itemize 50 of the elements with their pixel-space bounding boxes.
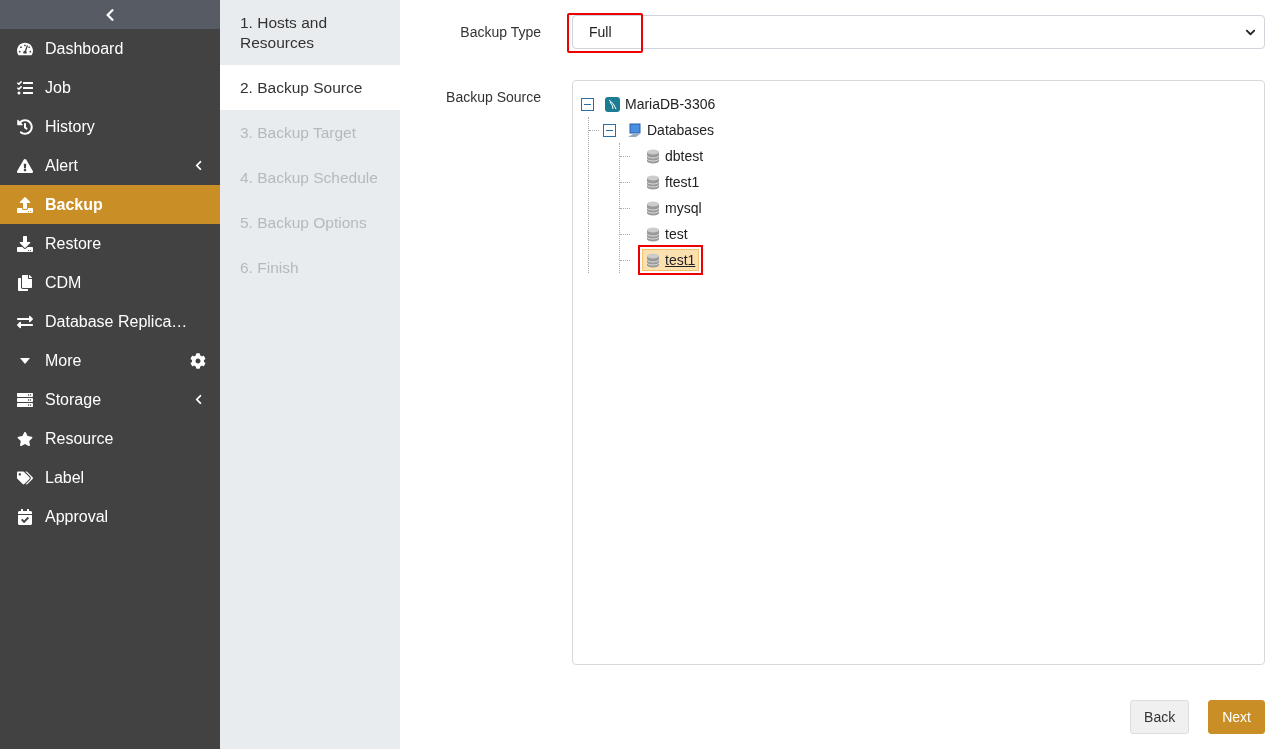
- caret-icon: [19, 357, 30, 364]
- star-icon: [16, 430, 33, 447]
- database-icon: [646, 252, 660, 268]
- sidebar-item[interactable]: Storage: [0, 380, 220, 419]
- tree-node[interactable]: ftest1: [642, 171, 704, 193]
- sidebar-item[interactable]: More: [0, 341, 220, 380]
- sidebar-item[interactable]: Label: [0, 458, 220, 497]
- chevron-left-icon: [193, 394, 204, 405]
- tags-icon: [16, 469, 33, 486]
- server-icon: [16, 391, 33, 408]
- sidebar-item[interactable]: Restore: [0, 224, 220, 263]
- calendar-check-icon: [16, 508, 33, 525]
- sidebar-item[interactable]: Approval: [0, 497, 220, 536]
- minus-icon: [584, 103, 591, 105]
- tree-node[interactable]: mysql: [642, 197, 706, 219]
- sidebar-item[interactable]: Alert: [0, 146, 220, 185]
- download-icon: [16, 235, 33, 252]
- monitor-icon: [627, 122, 642, 138]
- chevron-left-icon: [193, 160, 204, 171]
- settings-icon[interactable]: [190, 352, 206, 369]
- database-logo-icon: [605, 96, 620, 112]
- sidebar-item[interactable]: Resource: [0, 419, 220, 458]
- history-icon: [16, 118, 33, 135]
- wizard-step[interactable]: 1. Hosts and Resources: [220, 0, 400, 65]
- collapse-toggle[interactable]: [603, 123, 616, 137]
- back-button[interactable]: Back: [1130, 700, 1190, 734]
- collapse-toggle[interactable]: [581, 97, 594, 111]
- gauge-icon: [16, 40, 33, 57]
- tree-node[interactable]: dbtest: [642, 145, 708, 167]
- warning-icon: [16, 157, 33, 174]
- sidebar-item[interactable]: Dashboard: [0, 29, 220, 68]
- sidebar-item[interactable]: History: [0, 107, 220, 146]
- sidebar-item[interactable]: Job: [0, 68, 220, 107]
- tree-node[interactable]: Databases: [623, 119, 718, 141]
- field-label: Backup Type: [459, 23, 541, 42]
- sidebar-item[interactable]: CDM: [0, 263, 220, 302]
- upload-icon: [16, 196, 33, 213]
- tree-node[interactable]: test: [642, 223, 692, 245]
- database-icon: [646, 200, 660, 216]
- tree-node[interactable]: MariaDB-3306: [601, 93, 720, 115]
- sidebar-item[interactable]: Database Replica…: [0, 302, 220, 341]
- copy-icon: [16, 274, 33, 291]
- database-icon: [646, 148, 660, 164]
- database-icon: [646, 174, 660, 190]
- arrows-icon: [16, 313, 33, 330]
- database-icon: [646, 226, 660, 242]
- minus-icon: [606, 129, 613, 131]
- checklist-icon: [16, 79, 33, 96]
- field-label: Backup Source: [445, 88, 541, 107]
- wizard-step[interactable]: 2. Backup Source: [220, 65, 400, 110]
